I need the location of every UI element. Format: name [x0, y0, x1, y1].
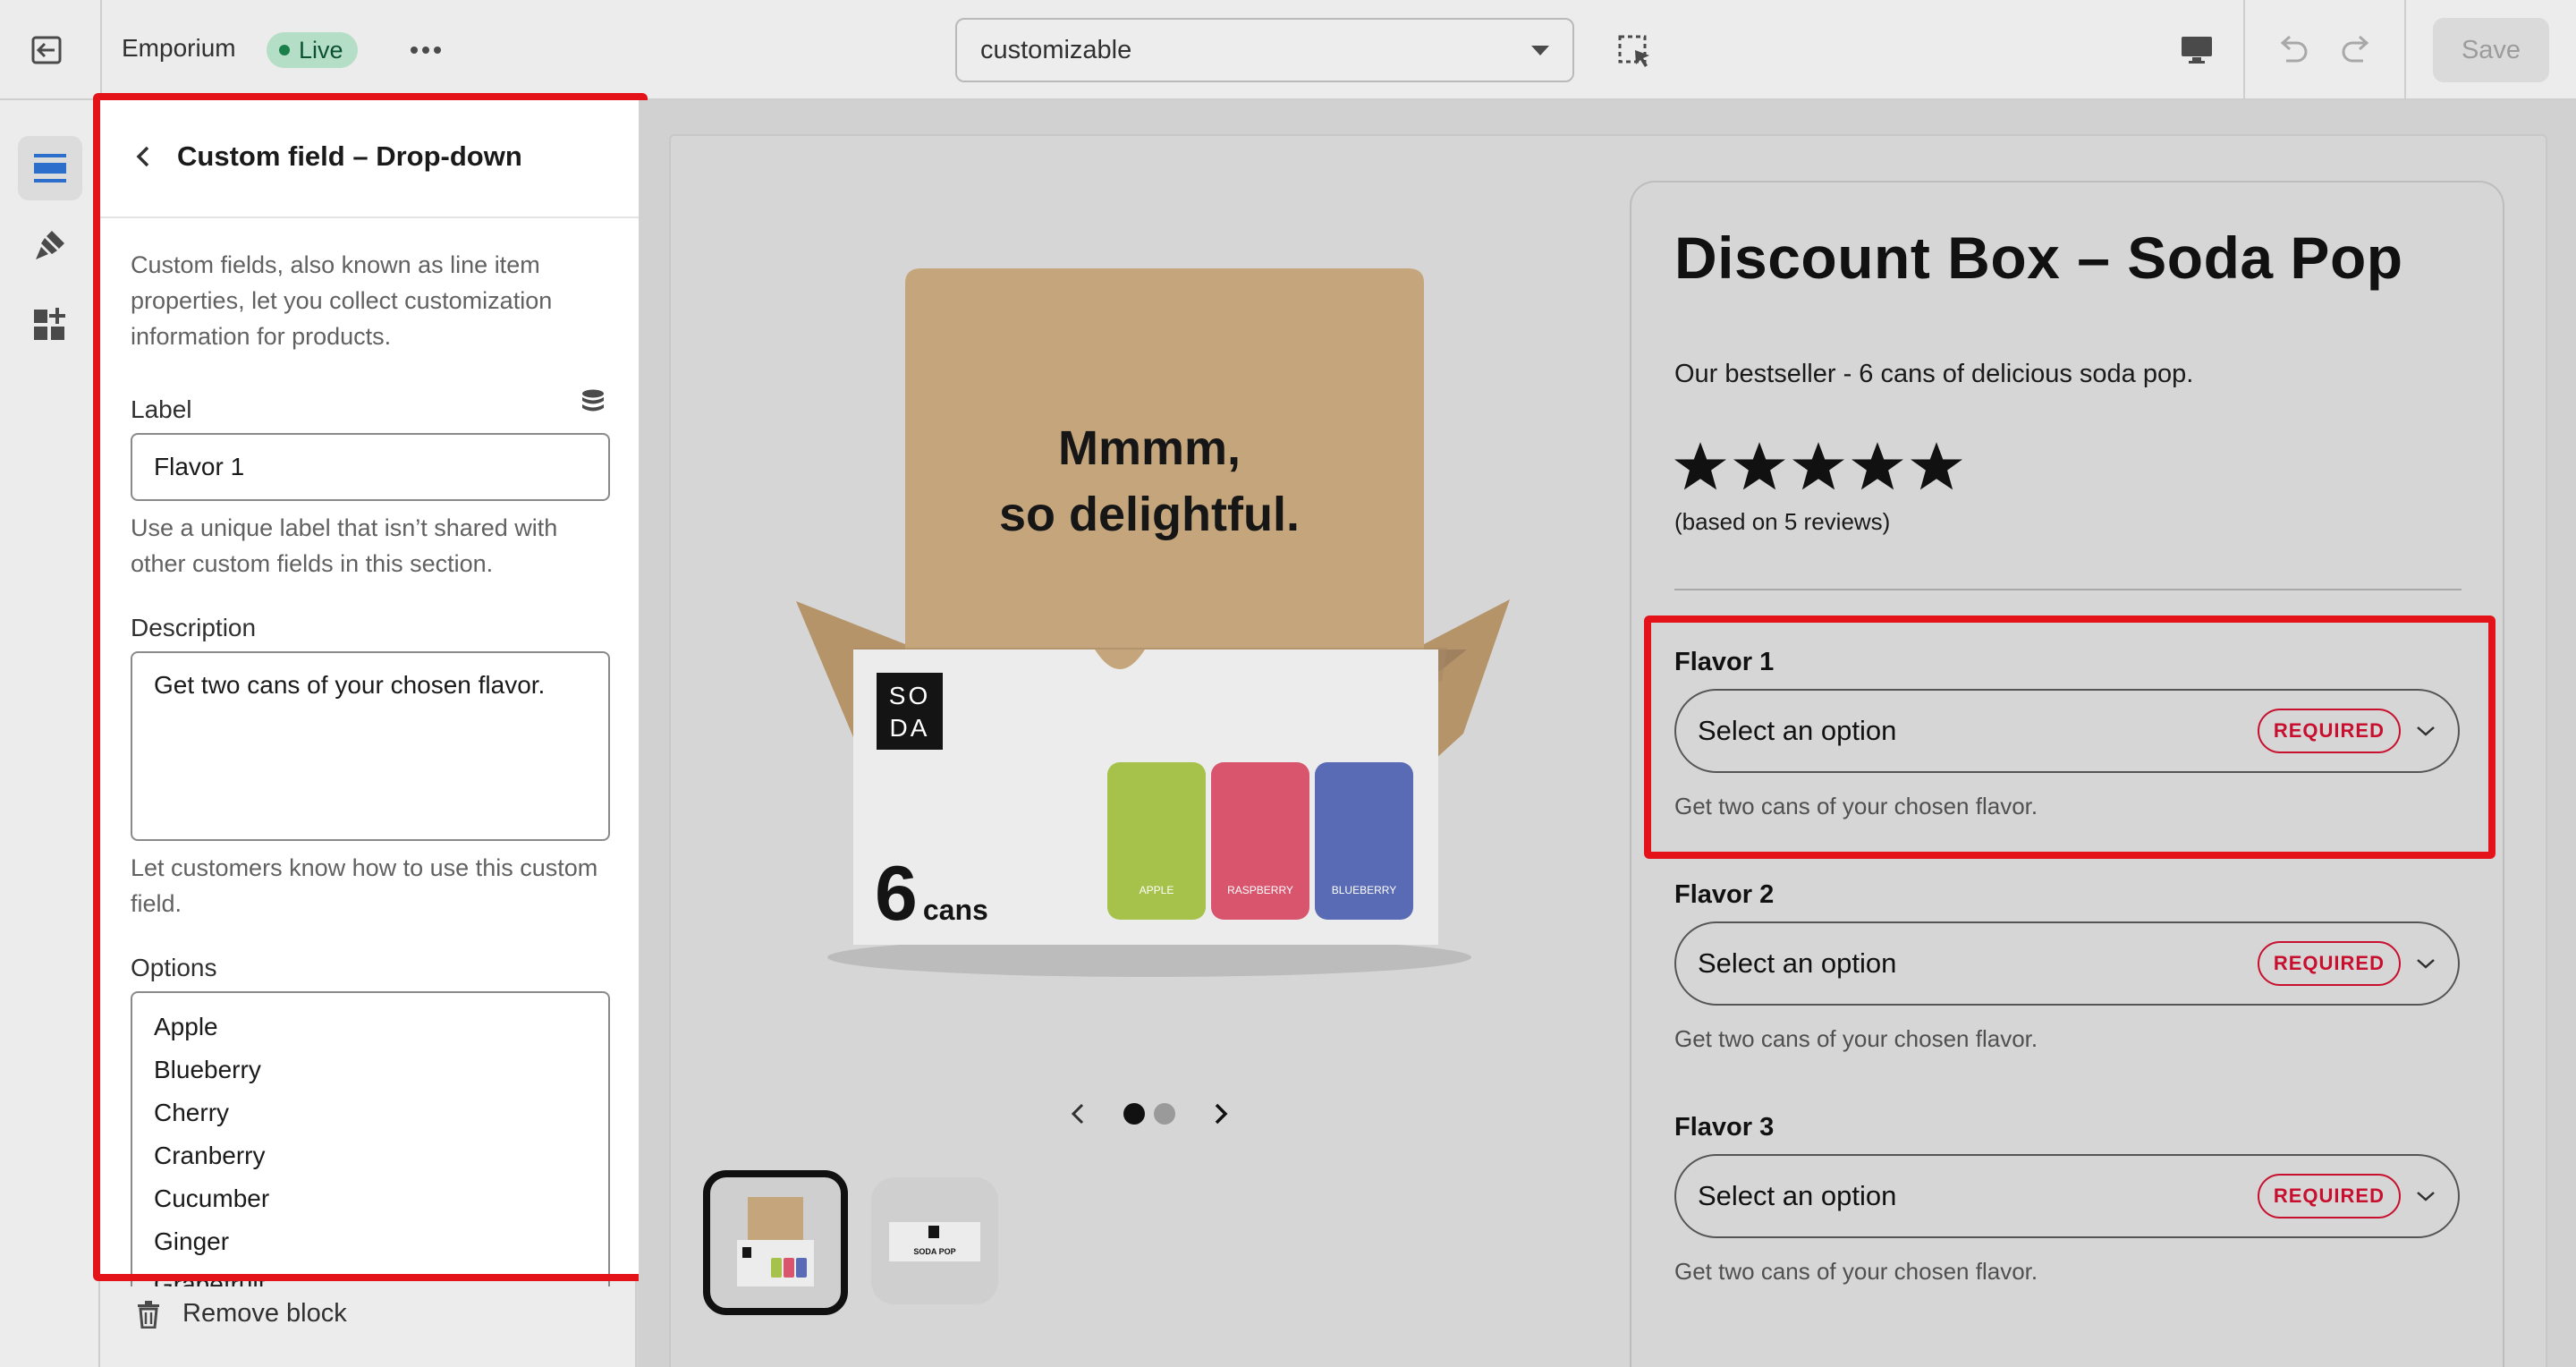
option-item: Blueberry: [154, 1056, 261, 1083]
product-title: Discount Box – Soda Pop: [1674, 225, 2403, 291]
left-rail: [0, 100, 100, 1367]
option-item: Ginger: [154, 1227, 230, 1255]
description-textarea-value: Get two cans of your chosen flavor.: [154, 671, 546, 699]
can-label: BLUEBERRY: [1331, 884, 1397, 896]
flavor-1-help: Get two cans of your chosen flavor.: [1674, 793, 2038, 819]
required-badge: REQUIRED: [2257, 1174, 2401, 1218]
top-bar: Emporium Live customizable Save: [0, 0, 2576, 100]
card-header: Custom field – Drop-down: [98, 97, 644, 218]
status-badge: Live: [267, 32, 358, 68]
gallery-dot[interactable]: [1154, 1103, 1175, 1125]
reviews-count: (based on 5 reviews): [1674, 508, 1891, 535]
can-label: RASPBERRY: [1227, 884, 1293, 896]
image-headline: Mmmm, so delightful.: [999, 421, 1300, 541]
flavor-1-placeholder: Select an option: [1698, 715, 1897, 746]
remove-block-label: Remove block: [182, 1299, 347, 1328]
template-select-value: customizable: [980, 35, 1132, 64]
theme-settings-nav[interactable]: [18, 213, 82, 277]
flavor-2-label: Flavor 2: [1674, 880, 1775, 909]
flavor-3-select[interactable]: Select an option REQUIRED: [1674, 1154, 2460, 1238]
label-input-value: Flavor 1: [154, 453, 245, 480]
flavor-3-label: Flavor 3: [1674, 1113, 1775, 1142]
option-item: Apple: [154, 1013, 218, 1040]
description-help-text: Let customers know how to use this custo…: [131, 854, 598, 917]
back-icon[interactable]: [134, 144, 152, 169]
apps-nav[interactable]: [18, 292, 82, 356]
intro-text: Custom fields, also known as line item p…: [131, 251, 553, 350]
sections-icon: [34, 154, 66, 183]
remove-block-button[interactable]: Remove block: [136, 1299, 347, 1329]
star-icon: [1911, 442, 1962, 490]
label-input[interactable]: Flavor 1: [131, 433, 610, 501]
flavor-2-help: Get two cans of your chosen flavor.: [1674, 1025, 2038, 1052]
star-icon: [1674, 442, 1726, 490]
trash-icon: [138, 1300, 159, 1329]
redo-icon[interactable]: [2338, 30, 2377, 70]
option-item: Cherry: [154, 1099, 230, 1126]
apps-icon: [34, 308, 65, 340]
product-image[interactable]: Mmmm, so delightful. SO DA 6 cans APPLE …: [778, 268, 1521, 984]
thumbnail-1[interactable]: [703, 1170, 848, 1315]
more-icon[interactable]: [404, 32, 447, 68]
star-icon: [1852, 442, 1903, 490]
template-select[interactable]: customizable: [955, 18, 1574, 82]
dynamic-source-icon[interactable]: [580, 388, 606, 421]
block-settings-card: Custom field – Drop-down Custom fields, …: [98, 97, 644, 1286]
chevron-down-icon: [2417, 726, 2435, 736]
box-brand: SO DA: [888, 682, 931, 742]
required-badge: REQUIRED: [2257, 709, 2401, 753]
block-title: Custom field – Drop-down: [177, 140, 522, 172]
gallery-prev-icon[interactable]: [1063, 1099, 1093, 1129]
thumbnail-2[interactable]: SODA POP: [871, 1177, 998, 1304]
sections-nav[interactable]: [18, 136, 82, 200]
flavor-3-placeholder: Select an option: [1698, 1180, 1897, 1211]
option-item: Cranberry: [154, 1142, 266, 1169]
flavor-2-select[interactable]: Select an option REQUIRED: [1674, 921, 2460, 1006]
star-icon: [1792, 442, 1844, 490]
label-help-text: Use a unique label that isn’t shared wit…: [131, 514, 558, 577]
status-badge-label: Live: [299, 36, 343, 64]
option-item: Grapefruit: [154, 1270, 266, 1286]
paintbrush-icon: [36, 231, 64, 259]
required-badge: REQUIRED: [2257, 941, 2401, 986]
thumbnail-2-text: SODA POP: [913, 1247, 956, 1256]
product-description: Our bestseller - 6 cans of delicious sod…: [1674, 360, 2194, 388]
options-textarea[interactable]: Apple Blueberry Cherry Cranberry Cucumbe…: [131, 991, 610, 1286]
save-button[interactable]: Save: [2433, 18, 2549, 82]
flavor-3-help: Get two cans of your chosen flavor.: [1674, 1258, 2038, 1285]
flavor-2-placeholder: Select an option: [1698, 947, 1897, 979]
label-field-label: Label: [131, 395, 192, 423]
inspector-icon[interactable]: [1615, 32, 1655, 72]
option-item: Cucumber: [154, 1184, 270, 1212]
description-field-label: Description: [131, 614, 257, 641]
can-label: APPLE: [1139, 884, 1174, 896]
divider: [1674, 589, 2462, 590]
desktop-icon[interactable]: [2177, 32, 2216, 68]
box-count: 6 cans: [875, 851, 988, 937]
options-field-label: Options: [131, 954, 217, 981]
chevron-down-icon: [2417, 1192, 2435, 1201]
description-textarea[interactable]: Get two cans of your chosen flavor.: [131, 651, 610, 841]
star-icon: [1733, 442, 1785, 490]
rating-stars: [1674, 442, 1962, 492]
caret-down-icon: [1531, 45, 1549, 55]
chevron-down-icon: [2417, 959, 2435, 969]
gallery-next-icon[interactable]: [1206, 1099, 1236, 1129]
gallery-dot-active[interactable]: [1123, 1103, 1145, 1125]
undo-icon[interactable]: [2272, 30, 2311, 70]
flavor-1-select[interactable]: Select an option REQUIRED: [1674, 689, 2460, 773]
exit-icon[interactable]: [29, 32, 64, 68]
flavor-1-label: Flavor 1: [1674, 648, 1775, 676]
store-name: Emporium: [122, 34, 236, 62]
